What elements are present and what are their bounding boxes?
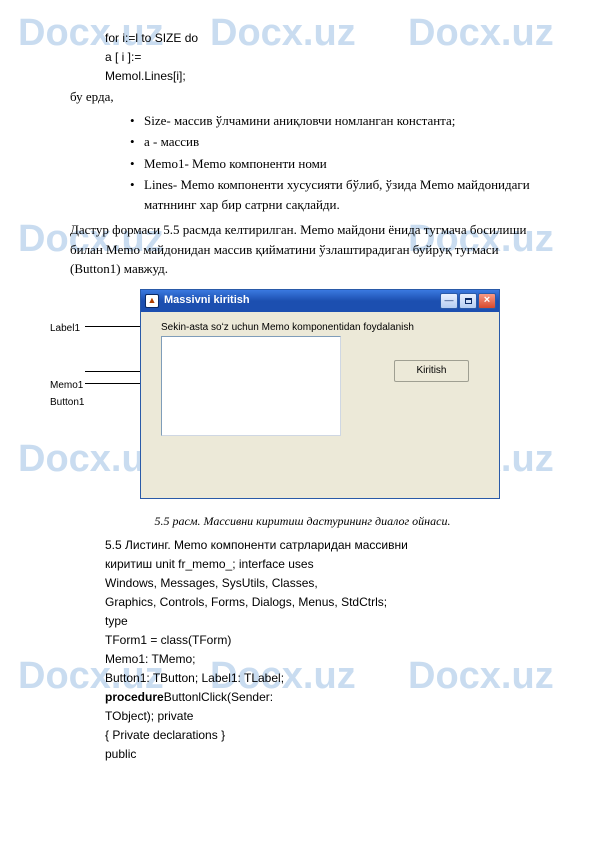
listing-line: type: [105, 612, 535, 630]
window-titlebar: ▲ Massivni kiritish — ×: [141, 290, 499, 312]
listing: 5.5 Листинг. Memo компоненти сатрларидан…: [105, 536, 535, 763]
list-text: Lines- Memo компоненти хусусияти бўлиб, …: [144, 175, 535, 214]
maximize-button[interactable]: [459, 293, 477, 309]
close-button[interactable]: ×: [478, 293, 496, 309]
list-item: Size- массив ўлчамини аниқловчи номланга…: [130, 111, 535, 131]
side-label-memo: Memo1: [50, 378, 84, 393]
window-title: Massivni kiritish: [164, 292, 250, 309]
code-line: for i:=l to SIZE do: [105, 29, 535, 47]
code-line: a [ i ]:=: [105, 48, 535, 66]
listing-line: TForm1 = class(TForm): [105, 631, 535, 649]
side-label-label1: Label1: [50, 321, 84, 336]
window-body: Sekin-asta soʻz uchun Memo komponentidan…: [141, 312, 499, 498]
listing-line: Button1: TButton; Label1: TLabel;: [105, 669, 535, 687]
list-item: Memo1- Memo компоненти номи: [130, 154, 535, 174]
list-item: a - массив: [130, 132, 535, 152]
keyword: procedure: [105, 690, 164, 704]
app-icon: ▲: [145, 294, 159, 308]
bullet-list: Size- массив ўлчамини аниқловчи номланга…: [130, 111, 535, 215]
button-label: Kiritish: [416, 363, 446, 378]
side-labels: Label1 Memo1 Button1: [50, 321, 84, 452]
listing-line: Windows, Messages, SysUtils, Classes,: [105, 574, 535, 592]
here-label: бу ерда,: [70, 87, 535, 107]
listing-line: Memo1: TMemo;: [105, 650, 535, 668]
form-label: Sekin-asta soʻz uchun Memo komponentidan…: [161, 320, 414, 335]
list-text: a - массив: [144, 132, 535, 152]
code-line: Memol.Lines[i];: [105, 67, 535, 85]
page-content: for i:=l to SIZE do a [ i ]:= Memol.Line…: [0, 0, 595, 784]
title-left: ▲ Massivni kiritish: [145, 292, 250, 309]
listing-line: Graphics, Controls, Forms, Dialogs, Menu…: [105, 593, 535, 611]
code-block: for i:=l to SIZE do a [ i ]:= Memol.Line…: [105, 29, 535, 85]
listing-line: TObject); private: [105, 707, 535, 725]
window-controls: — ×: [440, 293, 496, 309]
list-text: Size- массив ўлчамини аниқловчи номланга…: [144, 111, 535, 131]
maximize-icon: [465, 298, 472, 304]
paragraph: Дастур формаси 5.5 расмда келтирилган. M…: [70, 220, 535, 279]
listing-line: public: [105, 745, 535, 763]
submit-button[interactable]: Kiritish: [394, 360, 469, 382]
memo-field[interactable]: [161, 336, 341, 436]
figure-caption: 5.5 расм. Массивни киритиш дастурининг д…: [70, 512, 535, 530]
listing-text: ButtonlClick(Sender:: [164, 690, 273, 704]
list-item: Lines- Memo компоненти хусусияти бўлиб, …: [130, 175, 535, 214]
list-text: Memo1- Memo компоненти номи: [144, 154, 535, 174]
side-label-button: Button1: [50, 395, 84, 410]
minimize-button[interactable]: —: [440, 293, 458, 309]
listing-line: 5.5 Листинг. Memo компоненти сатрларидан…: [105, 536, 535, 554]
figure-wrap: Label1 Memo1 Button1 ▲ Massivni kiritish…: [70, 289, 535, 504]
listing-line: киритиш unit fr_memo_; interface uses: [105, 555, 535, 573]
listing-line: { Private declarations }: [105, 726, 535, 744]
listing-line: procedureButtonlClick(Sender:: [105, 688, 535, 706]
delphi-window: ▲ Massivni kiritish — × Sekin-asta soʻz …: [140, 289, 500, 499]
